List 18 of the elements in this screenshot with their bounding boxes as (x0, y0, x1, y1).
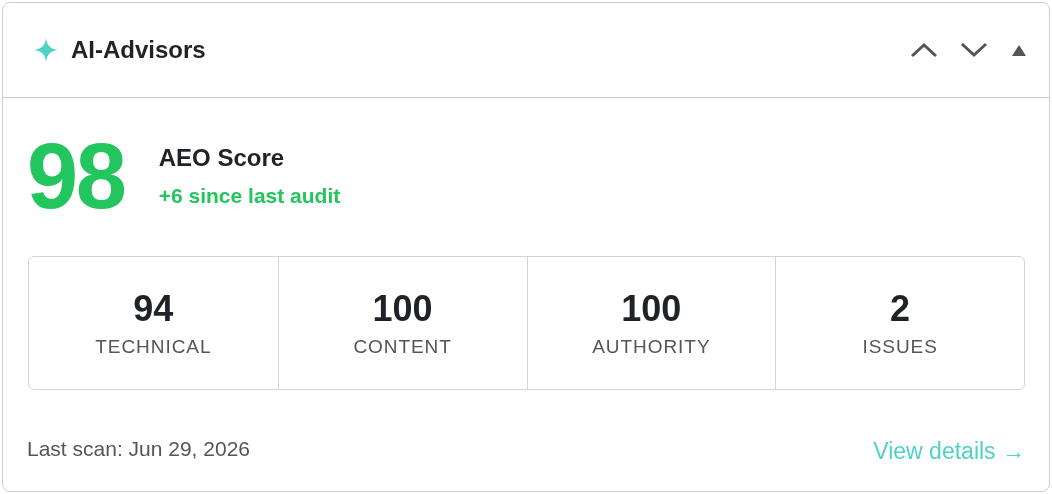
stat-label: AUTHORITY (592, 336, 711, 356)
chevron-up-icon (910, 42, 938, 58)
stat-value: 100 (621, 290, 682, 327)
triangle-up-icon (1012, 44, 1026, 56)
last-scan-text: Last scan: Jun 29, 2026 (27, 435, 250, 462)
widget-title: AI-Advisors (71, 35, 206, 65)
stat-label: CONTENT (353, 336, 452, 356)
stat-label: ISSUES (862, 336, 938, 356)
score-label: AEO Score (158, 142, 286, 173)
stat-label: TECHNICAL (95, 336, 212, 356)
score-change: +6 since last audit (158, 182, 341, 209)
stat-value: 94 (133, 290, 174, 327)
view-details-link[interactable]: View details → (873, 434, 1025, 469)
chevron-down-icon (960, 42, 988, 58)
stat-value: 2 (890, 290, 911, 327)
sparkle-icon (33, 37, 59, 63)
stat-value: 100 (372, 290, 433, 327)
score-value: 98 (27, 130, 125, 222)
